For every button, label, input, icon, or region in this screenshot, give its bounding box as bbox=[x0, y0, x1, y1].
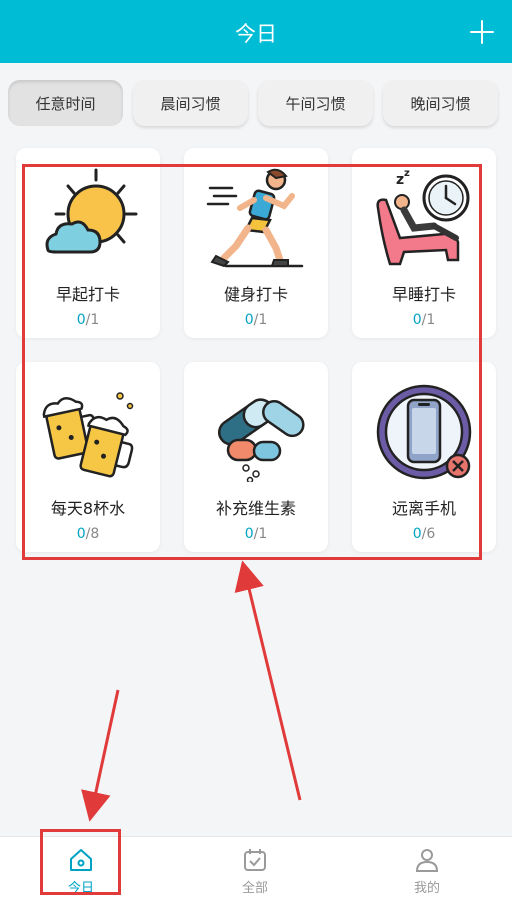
plus-icon[interactable] bbox=[470, 20, 494, 44]
annotation-arrow-down bbox=[81, 689, 120, 822]
habit-progress: 0/1 bbox=[244, 526, 268, 542]
habit-name: 健身打卡 bbox=[223, 285, 288, 304]
user-icon bbox=[415, 849, 439, 872]
tab-morning[interactable]: 晨间习惯 bbox=[133, 80, 248, 126]
no-phone-icon bbox=[376, 384, 472, 480]
habit-name: 早起打卡 bbox=[55, 285, 120, 304]
nav-label: 全部 bbox=[241, 881, 268, 896]
habit-name: 早睡打卡 bbox=[391, 285, 456, 304]
home-icon bbox=[70, 849, 92, 871]
nav-all[interactable]: 全部 bbox=[210, 837, 300, 899]
page-title: 今日 bbox=[235, 22, 277, 46]
habit-card-water[interactable]: 每天8杯水 0/8 bbox=[16, 362, 160, 552]
habit-card-fitness[interactable]: 健身打卡 0/1 bbox=[184, 148, 328, 338]
app-header: 今日 bbox=[0, 0, 512, 63]
habit-progress: 0/6 bbox=[412, 526, 436, 542]
habit-progress: 0/8 bbox=[76, 526, 100, 542]
tab-noon[interactable]: 午间习惯 bbox=[258, 80, 373, 126]
pills-icon bbox=[218, 398, 305, 482]
habit-progress: 0/1 bbox=[76, 312, 100, 328]
sun-cloud-icon bbox=[45, 168, 138, 254]
habit-name: 每天8杯水 bbox=[50, 499, 126, 518]
time-filter-tabs: 任意时间 晨间习惯 午间习惯 晚间习惯 bbox=[8, 80, 504, 126]
habit-card-vitamin[interactable]: 补充维生素 0/1 bbox=[184, 362, 328, 552]
svg-text:z: z bbox=[396, 172, 404, 188]
beer-mugs-icon bbox=[42, 392, 134, 478]
runner-icon bbox=[206, 168, 304, 268]
nav-label: 我的 bbox=[413, 881, 440, 896]
nav-mine[interactable]: 我的 bbox=[382, 837, 472, 899]
calendar-check-icon bbox=[244, 849, 266, 871]
habit-progress: 0/1 bbox=[412, 312, 436, 328]
tab-evening[interactable]: 晚间习惯 bbox=[383, 80, 498, 126]
tab-anytime[interactable]: 任意时间 bbox=[8, 80, 123, 126]
habit-name: 远离手机 bbox=[391, 499, 456, 518]
habit-card-early-rise[interactable]: 早起打卡 0/1 bbox=[16, 148, 160, 338]
habit-card-no-phone[interactable]: 远离手机 0/6 bbox=[352, 362, 496, 552]
nav-label: 今日 bbox=[67, 881, 94, 896]
sleep-clock-icon: z z bbox=[376, 168, 470, 266]
svg-text:z: z bbox=[404, 168, 410, 179]
bottom-navigation: 今日 全部 我的 bbox=[0, 836, 512, 899]
nav-today[interactable]: 今日 bbox=[36, 837, 126, 899]
annotation-arrow-up bbox=[234, 560, 302, 801]
habit-progress: 0/1 bbox=[244, 312, 268, 328]
habit-name: 补充维生素 bbox=[215, 499, 296, 518]
habit-card-early-sleep[interactable]: z z 早睡打卡 0/1 bbox=[352, 148, 496, 338]
